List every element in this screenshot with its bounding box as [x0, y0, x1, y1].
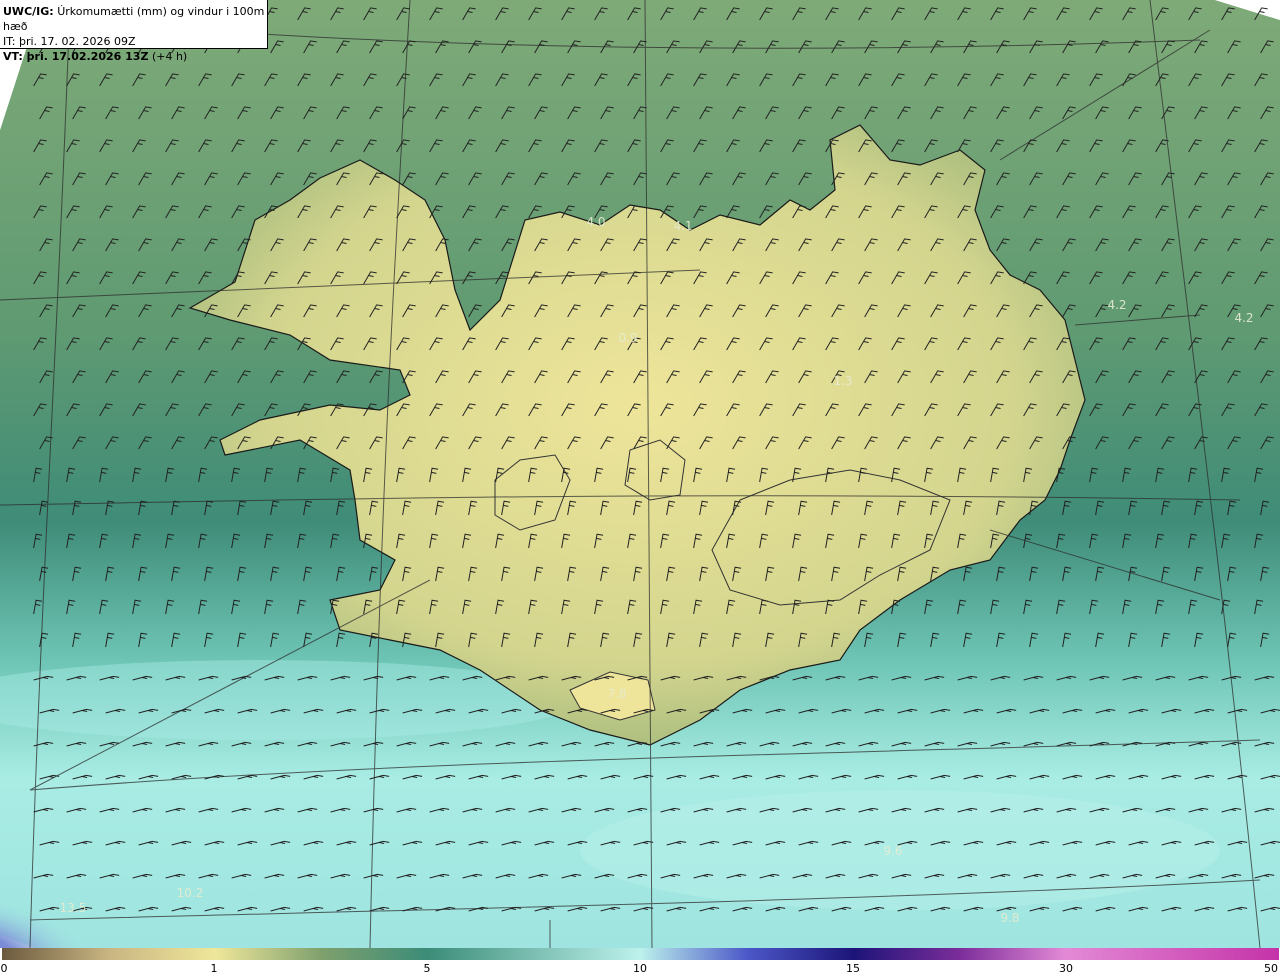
colorbar-tick: 1: [210, 962, 218, 975]
value-label: 4.2: [1234, 311, 1254, 325]
lead-time: (+4 h): [151, 50, 188, 63]
value-label: 13.5: [59, 901, 87, 915]
valid-time: VT: þri. 17.02.2026 13Z: [3, 50, 149, 63]
value-label: 9.6: [883, 844, 903, 858]
colorbar-segment: [2, 948, 216, 960]
colorbar-segment: [1065, 948, 1279, 960]
value-label: 9.8: [1000, 911, 1020, 925]
value-label: 4.1: [673, 219, 693, 233]
colorbar-tick: 0: [0, 962, 8, 975]
colorbar-segment: [214, 948, 429, 960]
map-header: UWC/IG: Úrkomumætti (mm) og vindur i 100…: [0, 0, 268, 63]
colorbar-tick: 10: [633, 962, 647, 975]
colorbar-segment: [852, 948, 1067, 960]
colorbar-strip: [2, 948, 1279, 960]
init-time: IT: þri. 17. 02. 2026 09Z: [3, 35, 136, 48]
value-label: 0.9: [618, 331, 638, 345]
value-label: 1.3: [833, 374, 853, 388]
colorbar-segment: [640, 948, 854, 960]
value-label: 7.8: [607, 687, 627, 701]
colorbar-tick: 50: [1264, 962, 1278, 975]
colorbar-tick: 30: [1059, 962, 1073, 975]
value-label: 4.2: [1107, 298, 1127, 312]
colorbar-segment: [427, 948, 641, 960]
value-label: 10.2: [176, 886, 204, 900]
colorbar-tick: 15: [846, 962, 860, 975]
colorbar-tick: 5: [423, 962, 431, 975]
product-code: UWC/IG:: [3, 5, 54, 18]
colorbar-legend: 0 1 5 10 15 30 50: [0, 948, 1280, 978]
forecast-map: 4.0 4.1 4.2 4.2 0.9 1.3 7.8 9.6 9.8 13.5…: [0, 0, 1280, 948]
map-canvas: [0, 0, 1280, 948]
value-label: 4.0: [586, 215, 606, 229]
